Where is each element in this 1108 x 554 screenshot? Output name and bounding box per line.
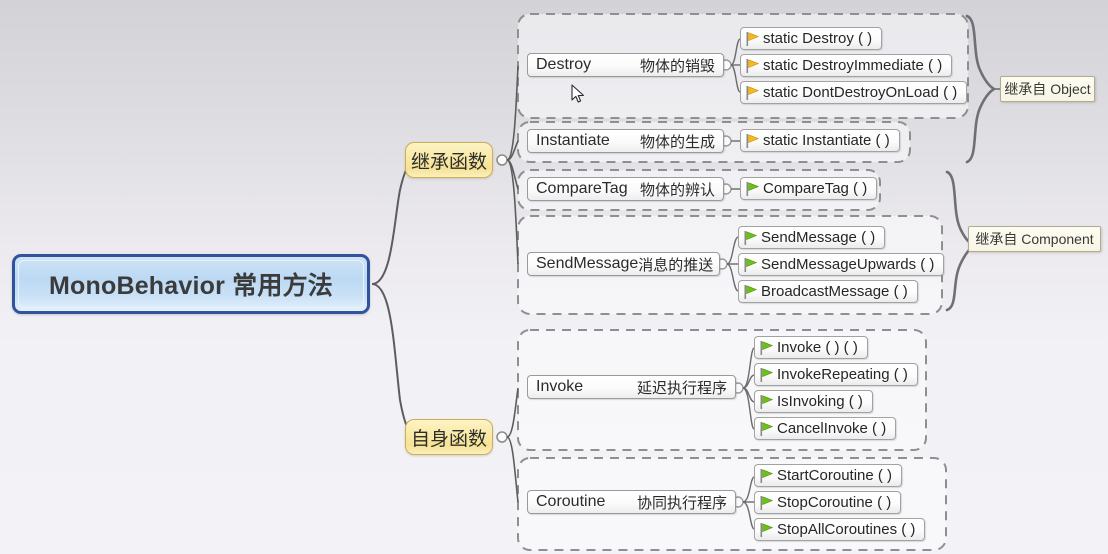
leaf-node-comparetag[interactable]: CompareTag ( ) — [740, 177, 878, 200]
leaf-node-static-instantiate[interactable]: static Instantiate ( ) — [740, 129, 900, 152]
edge-destroy-1 — [730, 38, 741, 66]
branch-label-own: 自身函数 — [410, 428, 487, 450]
green-flag-icon — [744, 230, 757, 245]
leaf-label: SendMessageUpwards ( ) — [761, 256, 935, 273]
edge-root-to-inherited — [371, 159, 415, 285]
topic-desc-sendmessage: 消息的推送 — [638, 256, 714, 274]
green-flag-icon — [760, 394, 773, 409]
green-flag-icon — [760, 340, 773, 355]
leaf-label: IsInvoking ( ) — [777, 393, 863, 410]
note-inherits-component[interactable]: 继承自 Component — [968, 226, 1101, 252]
leaf-node-cancelinvoke[interactable]: CancelInvoke ( ) — [754, 417, 897, 440]
topic-desc-invoke: 延迟执行程序 — [636, 379, 727, 397]
yellow-flag-icon — [746, 85, 759, 100]
topic-name-coroutine: Coroutine — [536, 493, 606, 510]
topic-name-instantiate: Instantiate — [536, 132, 610, 149]
root-node-label: MonoBehavior 常用方法 — [49, 272, 333, 300]
edge-invoke-3 — [742, 387, 755, 403]
yellow-flag-icon — [746, 58, 759, 73]
brace-object — [965, 14, 997, 164]
edge-destroy-3 — [730, 64, 741, 93]
topic-name-comparetag: CompareTag — [536, 180, 628, 197]
leaf-label: SendMessage ( ) — [761, 229, 876, 246]
leaf-node-static-destroy[interactable]: static Destroy ( ) — [740, 27, 883, 50]
mindmap-canvas: MonoBehavior 常用方法 继承函数 自身函数 Destroy 物体的销… — [0, 0, 1108, 554]
mouse-cursor-icon — [571, 84, 584, 103]
edge-inherited-sendmessage — [506, 159, 519, 265]
edge-invoke-2 — [742, 374, 755, 389]
topic-node-invoke[interactable]: Invoke 延迟执行程序 — [527, 375, 736, 399]
edge-inherited-instantiate — [506, 140, 519, 161]
edge-inherited-destroy — [506, 65, 519, 161]
leaf-node-broadcastmessage[interactable]: BroadcastMessage ( ) — [738, 280, 918, 303]
edge-invoke-4 — [742, 387, 755, 430]
leaf-node-invoke[interactable]: Invoke ( ) ( ) — [754, 336, 868, 359]
topic-name-destroy: Destroy — [536, 56, 592, 73]
topic-desc-instantiate: 物体的生成 — [639, 133, 715, 151]
topic-desc-coroutine: 协同执行程序 — [636, 494, 727, 512]
leaf-node-static-destroyimmediate[interactable]: static DestroyImmediate ( ) — [740, 54, 953, 77]
note-label: 继承自 Object — [1004, 81, 1091, 97]
leaf-label: StartCoroutine ( ) — [777, 467, 893, 484]
leaf-label: static Instantiate ( ) — [763, 132, 890, 149]
branch-node-inherited[interactable]: 继承函数 — [405, 142, 493, 178]
green-flag-icon — [744, 257, 757, 272]
leaf-label: StopAllCoroutines ( ) — [777, 521, 916, 538]
leaf-node-startcoroutine[interactable]: StartCoroutine ( ) — [754, 464, 903, 487]
branch-label-inherited: 继承函数 — [410, 151, 487, 173]
leaf-node-stopallcoroutines[interactable]: StopAllCoroutines ( ) — [754, 518, 926, 541]
topic-desc-comparetag: 物体的辨认 — [639, 181, 715, 199]
yellow-flag-icon — [746, 31, 759, 46]
note-label: 继承自 Component — [975, 231, 1094, 247]
edge-sendmessage-3 — [726, 263, 739, 292]
edge-coroutine-3 — [742, 501, 755, 530]
leaf-node-isinvoking[interactable]: IsInvoking ( ) — [754, 390, 873, 413]
leaf-node-stopcoroutine[interactable]: StopCoroutine ( ) — [754, 491, 902, 514]
green-flag-icon — [760, 522, 773, 537]
branch-node-own[interactable]: 自身函数 — [405, 419, 493, 455]
leaf-node-invokerepeating[interactable]: InvokeRepeating ( ) — [754, 363, 918, 386]
leaf-label: static DontDestroyOnLoad ( ) — [763, 84, 958, 101]
edge-own-coroutine — [506, 436, 519, 503]
connector-dot-own — [496, 431, 508, 443]
topic-name-invoke: Invoke — [536, 378, 584, 395]
edge-sendmessage-1 — [726, 236, 739, 265]
leaf-node-sendmessage[interactable]: SendMessage ( ) — [738, 226, 886, 249]
leaf-node-static-dontdestroyonload[interactable]: static DontDestroyOnLoad ( ) — [740, 81, 968, 104]
topic-node-coroutine[interactable]: Coroutine 协同执行程序 — [527, 490, 736, 514]
edge-root-to-own — [371, 283, 415, 438]
topic-node-destroy[interactable]: Destroy 物体的销毁 — [527, 53, 724, 77]
leaf-node-sendmessageupwards[interactable]: SendMessageUpwards ( ) — [738, 253, 945, 276]
green-flag-icon — [760, 421, 773, 436]
topic-name-sendmessage: SendMessage — [536, 255, 639, 272]
topic-node-comparetag[interactable]: CompareTag 物体的辨认 — [527, 177, 724, 201]
green-flag-icon — [760, 468, 773, 483]
root-node[interactable]: MonoBehavior 常用方法 — [12, 254, 370, 314]
leaf-label: static DestroyImmediate ( ) — [763, 57, 943, 74]
connector-dot-inherited — [496, 154, 508, 166]
leaf-label: InvokeRepeating ( ) — [777, 366, 908, 383]
edge-invoke-1 — [742, 347, 755, 389]
topic-node-instantiate[interactable]: Instantiate 物体的生成 — [527, 129, 724, 153]
green-flag-icon — [760, 495, 773, 510]
note-inherits-object[interactable]: 继承自 Object — [1000, 76, 1095, 102]
leaf-label: CancelInvoke ( ) — [777, 420, 887, 437]
edge-own-invoke — [506, 387, 519, 438]
edge-coroutine-1 — [742, 476, 755, 503]
leaf-label: static Destroy ( ) — [763, 30, 873, 47]
leaf-label: BroadcastMessage ( ) — [761, 283, 908, 300]
leaf-label: StopCoroutine ( ) — [777, 494, 892, 511]
leaf-label: Invoke ( ) ( ) — [777, 339, 858, 356]
topic-node-sendmessage[interactable]: SendMessage 消息的推送 — [527, 252, 720, 276]
edge-inherited-comparetag — [506, 159, 519, 190]
green-flag-icon — [760, 367, 773, 382]
green-flag-icon — [746, 181, 759, 196]
leaf-label: CompareTag ( ) — [763, 180, 868, 197]
yellow-flag-icon — [746, 133, 759, 148]
topic-desc-destroy: 物体的销毁 — [639, 57, 715, 75]
green-flag-icon — [744, 284, 757, 299]
